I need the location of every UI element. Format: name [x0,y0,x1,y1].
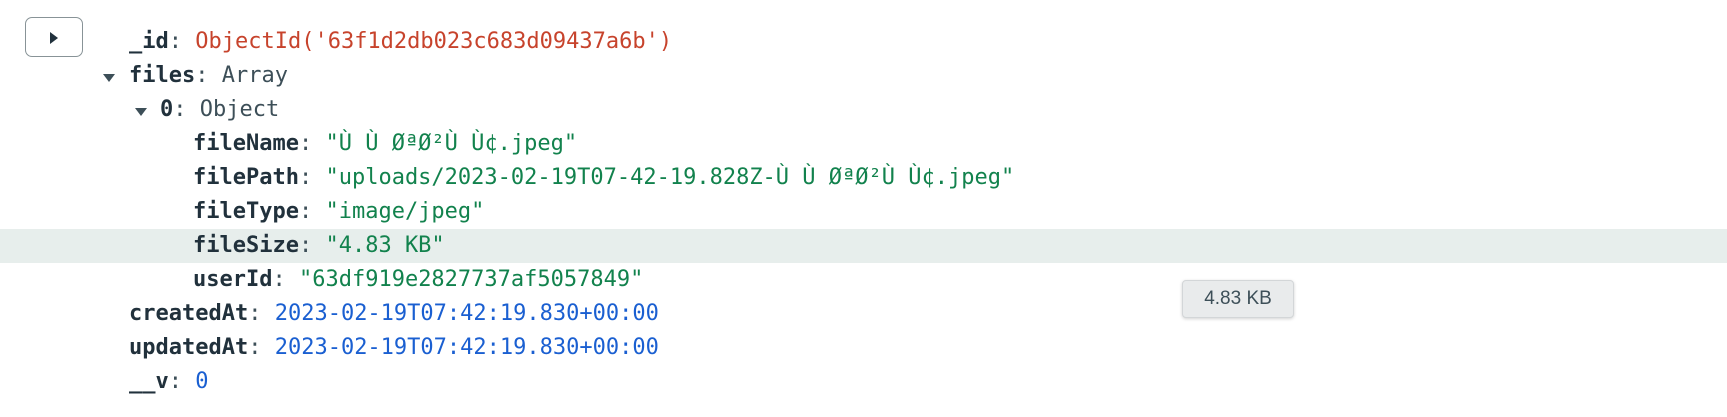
field-row-version: __v: 0 [0,365,1727,399]
field-key: fileName [193,131,299,156]
item-0-expand-toggle[interactable] [133,93,149,127]
field-colon: : [298,165,313,190]
field-value-string[interactable]: "4.83 KB" [325,233,444,258]
value-tooltip: 4.83 KB [1182,280,1294,318]
field-value-string[interactable]: "Ù Ù ØªØ²Ù Ù¢.jpeg" [325,131,577,156]
field-colon: : [298,199,313,224]
field-colon: : [248,335,262,360]
field-key: userId [193,267,273,292]
field-key: 0 [160,97,174,122]
field-type-label: Array [221,63,288,88]
field-row-createdat: createdAt: 2023-02-19T07:42:19.830+00:00 [0,297,1727,331]
field-row-filesize[interactable]: fileSize: "4.83 KB" [0,229,1727,263]
field-row-files-item-0: 0: Object [0,93,1727,127]
field-key: __v [129,369,169,394]
field-colon: : [298,131,313,156]
field-row-files: files: Array [0,59,1727,93]
field-value-date[interactable]: 2023-02-19T07:42:19.830+00:00 [275,301,659,326]
field-key: updatedAt [129,335,249,360]
field-colon: : [248,301,262,326]
field-key: _id [129,29,169,54]
field-key: createdAt [129,301,249,326]
field-row-updatedat: updatedAt: 2023-02-19T07:42:19.830+00:00 [0,331,1727,365]
field-row-filepath: filePath: "uploads/2023-02-19T07-42-19.8… [0,161,1727,195]
field-key: fileType [193,199,299,224]
field-colon: : [168,29,182,54]
field-colon: : [272,267,286,292]
field-colon: : [195,63,209,88]
field-row-id: _id: ObjectId('63f1d2db023c683d09437a6b'… [0,25,1727,59]
field-value-date[interactable]: 2023-02-19T07:42:19.830+00:00 [275,335,659,360]
field-value-string[interactable]: "63df919e2827737af5057849" [299,267,643,292]
field-row-filetype: fileType: "image/jpeg" [0,195,1727,229]
field-type-label: Object [199,97,280,122]
files-expand-toggle[interactable] [101,59,117,93]
field-key: filePath [193,165,299,190]
caret-down-icon [103,59,115,93]
field-colon: : [168,369,182,394]
field-value-string[interactable]: "uploads/2023-02-19T07-42-19.828Z-Ù Ù Øª… [325,165,1014,190]
field-key: files [129,63,196,88]
caret-down-icon [135,93,147,127]
field-value-objectid[interactable]: ObjectId('63f1d2db023c683d09437a6b') [195,29,672,54]
field-row-filename: fileName: "Ù Ù ØªØ²Ù Ù¢.jpeg" [0,127,1727,161]
field-colon: : [298,233,313,258]
field-value-string[interactable]: "image/jpeg" [325,199,484,224]
field-row-userid: userId: "63df919e2827737af5057849" [0,263,1727,297]
field-key: fileSize [193,233,299,258]
field-value-number[interactable]: 0 [195,369,208,394]
field-colon: : [173,97,187,122]
tooltip-text: 4.83 KB [1204,288,1272,309]
